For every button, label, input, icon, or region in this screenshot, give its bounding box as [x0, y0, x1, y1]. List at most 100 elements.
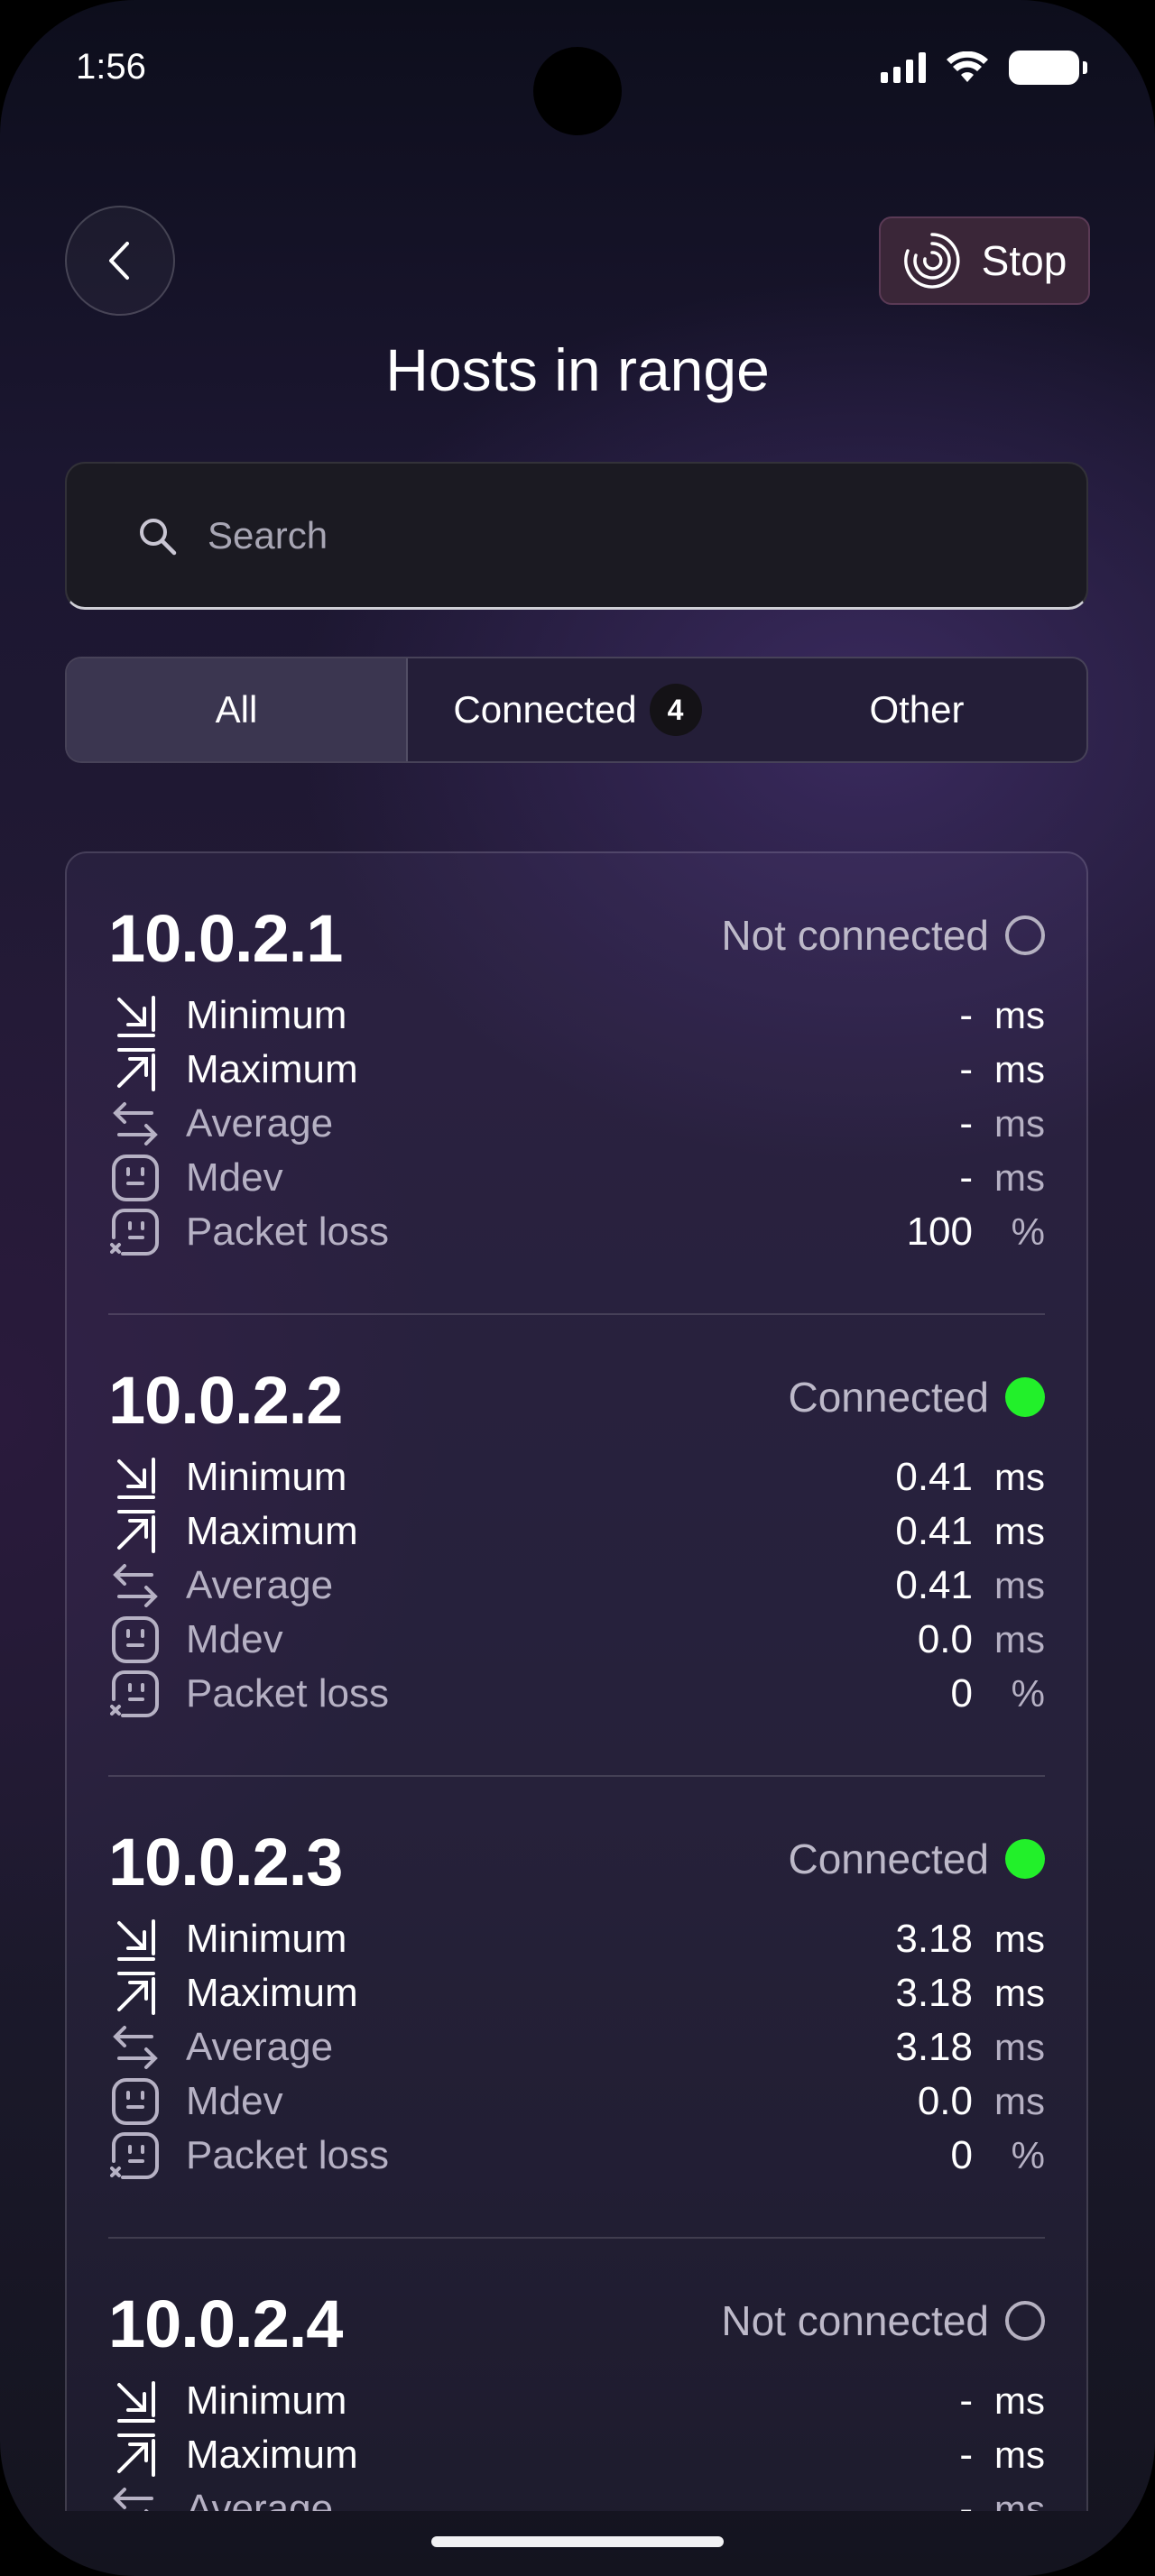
host-list: 10.0.2.1 Not connected Minimum - ms Maximum… [65, 851, 1088, 2511]
metric-mdev: Mdev - ms [108, 1151, 1045, 1205]
metric-unit: % [1011, 1210, 1045, 1253]
disconnected-circle-icon [1005, 2301, 1045, 2341]
metric-minimum: Minimum - ms [108, 989, 1045, 1043]
metric-unit: ms [994, 1618, 1045, 1661]
host-status-label: Connected [788, 1374, 990, 1421]
metric-unit: ms [994, 1918, 1045, 1960]
metric-value: - [959, 2487, 973, 2511]
search-bar[interactable] [65, 462, 1088, 610]
metric-unit: % [1011, 2134, 1045, 2176]
mdev-icon [110, 1153, 161, 1203]
filter-tabs: All Connected 4 Other [65, 657, 1088, 763]
host-ip: 10.0.2.3 [108, 1825, 343, 1900]
chevron-left-icon [109, 242, 129, 280]
metric-unit: ms [994, 2488, 1045, 2511]
metric-packet-loss: Packet loss 0% [108, 2129, 1045, 2183]
metric-value: 3.18 [895, 1971, 973, 2015]
host-status: Connected [788, 1835, 1045, 1883]
metric-unit: % [1011, 1672, 1045, 1715]
host-card[interactable]: 10.0.2.3 Connected Minimum 3.18 ms Maximum 3… [108, 1777, 1045, 2239]
metric-label: Average [186, 1563, 334, 1607]
metric-label: Maximum [186, 2433, 358, 2477]
maximum-arrow-icon [110, 1044, 161, 1095]
page-title: Hosts in range [385, 336, 770, 403]
metric-unit: ms [994, 1048, 1045, 1090]
host-ip: 10.0.2.1 [108, 901, 343, 976]
metric-unit: ms [994, 1156, 1045, 1199]
minimum-arrow-icon [110, 1452, 161, 1503]
status-time: 1:56 [76, 47, 146, 87]
metric-unit: ms [994, 1510, 1045, 1552]
disconnected-circle-icon [1005, 915, 1045, 955]
spinner-icon [903, 233, 960, 289]
host-status: Not connected [721, 2296, 1045, 2345]
metric-minimum: Minimum 0.41 ms [108, 1450, 1045, 1504]
metric-minimum: Minimum - ms [108, 2374, 1045, 2428]
search-input[interactable] [206, 512, 1021, 558]
packet-loss-icon [110, 1207, 161, 1257]
tab-all[interactable]: All [67, 658, 408, 761]
metric-label: Average [186, 2025, 334, 2069]
stop-button[interactable]: Stop [879, 216, 1090, 305]
metric-unit: ms [994, 2433, 1045, 2476]
connected-dot-icon [1005, 1377, 1045, 1417]
metric-label: Minimum [186, 1917, 347, 1961]
metric-value: - [959, 1101, 973, 1145]
connected-count-badge: 4 [649, 684, 702, 736]
metric-unit: ms [994, 2080, 1045, 2122]
back-button[interactable] [65, 206, 175, 316]
host-card[interactable]: 10.0.2.2 Connected Minimum 0.41 ms Maximum 0… [108, 1315, 1045, 1777]
host-card[interactable]: 10.0.2.1 Not connected Minimum - ms Maximum… [108, 853, 1045, 1315]
metric-unit: ms [994, 1102, 1045, 1145]
metric-unit: ms [994, 1456, 1045, 1498]
average-swap-icon [110, 1099, 161, 1149]
metric-average: Average 0.41 ms [108, 1559, 1045, 1613]
metric-mdev: Mdev 0.0 ms [108, 2075, 1045, 2129]
metric-value: 0.0 [917, 2079, 973, 2123]
tab-other[interactable]: Other [747, 658, 1086, 761]
metric-value: - [959, 1047, 973, 1091]
minimum-arrow-icon [110, 990, 161, 1041]
metric-value: - [959, 2378, 973, 2423]
metric-maximum: Maximum 3.18 ms [108, 1966, 1045, 2020]
metric-label: Maximum [186, 1047, 358, 1091]
metric-label: Mdev [186, 1617, 283, 1661]
maximum-arrow-icon [110, 1506, 161, 1557]
metric-unit: ms [994, 2026, 1045, 2068]
tab-connected[interactable]: Connected 4 [408, 658, 747, 761]
metric-value: 0 [950, 1671, 973, 1716]
metric-maximum: Maximum - ms [108, 2428, 1045, 2482]
metric-packet-loss: Packet loss 0% [108, 1667, 1045, 1721]
stop-label: Stop [981, 237, 1067, 284]
metric-value: 0 [950, 2133, 973, 2177]
metric-label: Packet loss [186, 2133, 389, 2177]
metric-value: - [959, 1155, 973, 1200]
packet-loss-icon [110, 2130, 161, 2181]
metric-unit: ms [994, 994, 1045, 1036]
host-status: Not connected [721, 911, 1045, 960]
host-status-label: Not connected [721, 2297, 989, 2344]
metric-average: Average - ms [108, 2482, 1045, 2511]
metric-average: Average 3.18 ms [108, 2020, 1045, 2075]
host-status-label: Not connected [721, 912, 989, 959]
metric-maximum: Maximum - ms [108, 1043, 1045, 1097]
home-indicator[interactable] [431, 2536, 724, 2547]
metric-unit: ms [994, 1972, 1045, 2014]
battery-icon [1009, 51, 1087, 85]
connected-dot-icon [1005, 1839, 1045, 1879]
metric-label: Minimum [186, 1455, 347, 1499]
host-status-label: Connected [788, 1835, 990, 1882]
maximum-arrow-icon [110, 1968, 161, 2019]
metric-value: 3.18 [895, 1917, 973, 1961]
metric-label: Mdev [186, 1155, 283, 1200]
metric-label: Maximum [186, 1509, 358, 1553]
tab-other-label: Other [869, 688, 965, 731]
metric-value: 0.41 [895, 1563, 973, 1607]
host-card[interactable]: 10.0.2.4 Not connected Minimum - ms Maximum… [108, 2239, 1045, 2511]
minimum-arrow-icon [110, 1914, 161, 1964]
metric-label: Packet loss [186, 1671, 389, 1716]
status-icons [881, 51, 1087, 85]
tab-all-label: All [215, 688, 258, 731]
host-ip: 10.0.2.4 [108, 2286, 343, 2361]
metric-packet-loss: Packet loss 100% [108, 1205, 1045, 1259]
